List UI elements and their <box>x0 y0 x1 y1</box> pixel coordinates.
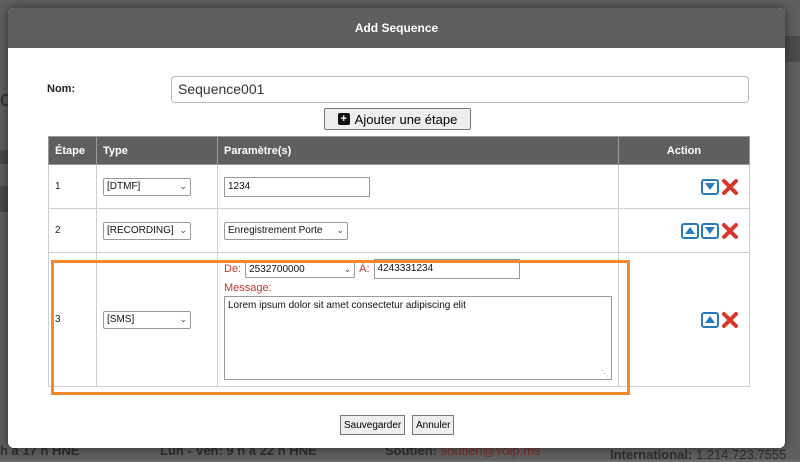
type-select-value: [DTMF] <box>107 181 141 192</box>
table-header-row: Étape Type Paramètre(s) Action <box>48 136 750 165</box>
params-cell: Enregistrement Porte ⌄ <box>217 208 619 253</box>
header-step: Étape <box>48 136 97 165</box>
save-button[interactable]: Sauvegarder <box>340 415 406 435</box>
name-input[interactable]: Sequence001 <box>171 76 749 103</box>
param-input[interactable]: 1234 <box>224 176 370 197</box>
type-select-value: [SMS] <box>107 314 135 325</box>
message-text: Lorem ipsum dolor sit amet consectetur a… <box>228 300 466 311</box>
from-select-value: 2532700000 <box>249 263 305 275</box>
row-actions <box>625 311 743 329</box>
from-select[interactable]: 2532700000 ⌄ <box>245 260 356 278</box>
dialog-title: Add Sequence <box>8 8 785 48</box>
param-select-value: Enregistrement Porte <box>228 225 323 236</box>
delete-x-icon[interactable] <box>721 222 739 240</box>
arrow-down-icon[interactable] <box>701 178 719 195</box>
action-cell <box>618 252 750 387</box>
arrow-up-icon[interactable] <box>701 311 719 328</box>
add-step-button[interactable]: + Ajouter une étape <box>324 108 471 130</box>
add-sequence-dialog: Add Sequence Nom: Sequence001 + Ajouter … <box>8 8 785 448</box>
type-select[interactable]: [RECORDING] ⌄ <box>103 221 191 240</box>
chevron-down-icon: ⌄ <box>336 225 344 235</box>
delete-x-icon[interactable] <box>721 178 739 196</box>
step-number: 1 <box>48 164 97 209</box>
type-cell: [DTMF] ⌄ <box>96 164 218 209</box>
table-row: 2 [RECORDING] ⌄ Enregistrement Porte ⌄ <box>48 208 750 253</box>
background-strip <box>0 186 8 212</box>
type-select-value: [RECORDING] <box>107 225 174 236</box>
chevron-down-icon: ⌄ <box>179 181 187 191</box>
background-strip <box>0 150 8 164</box>
arrow-up-icon[interactable] <box>681 222 699 239</box>
header-params: Paramètre(s) <box>217 136 619 165</box>
param-select[interactable]: Enregistrement Porte ⌄ <box>224 221 348 240</box>
from-label: De: <box>224 263 242 275</box>
table-row: 1 [DTMF] ⌄ 1234 <box>48 164 750 209</box>
action-cell <box>618 208 750 253</box>
table-row: 3 [SMS] ⌄ De: 2532700000 ⌄ À: 4243331234… <box>48 252 750 387</box>
row-actions <box>625 222 743 240</box>
params-cell: 1234 <box>217 164 619 209</box>
delete-x-icon[interactable] <box>721 311 739 329</box>
header-type: Type <box>96 136 218 165</box>
cancel-button[interactable]: Annuler <box>412 415 455 435</box>
type-select[interactable]: [SMS] ⌄ <box>103 310 191 329</box>
type-select[interactable]: [DTMF] ⌄ <box>103 177 191 196</box>
name-label: Nom: <box>47 83 76 95</box>
type-cell: [SMS] ⌄ <box>96 252 218 387</box>
chevron-down-icon: ⌄ <box>179 225 187 235</box>
plus-square-icon: + <box>337 113 350 125</box>
type-cell: [RECORDING] ⌄ <box>96 208 218 253</box>
sms-recipients: De: 2532700000 ⌄ À: 4243331234 <box>224 259 612 279</box>
action-cell <box>618 164 750 209</box>
params-cell: De: 2532700000 ⌄ À: 4243331234 Message: … <box>217 252 619 387</box>
step-number: 3 <box>48 252 97 387</box>
chevron-down-icon: ⌄ <box>179 314 187 324</box>
to-input[interactable]: 4243331234 <box>373 259 520 279</box>
steps-table: Étape Type Paramètre(s) Action 1 [DTMF] … <box>48 136 750 387</box>
message-textarea[interactable]: Lorem ipsum dolor sit amet consectetur a… <box>224 296 612 380</box>
arrow-down-icon[interactable] <box>701 222 719 239</box>
chevron-down-icon: ⌄ <box>343 263 352 274</box>
step-number: 2 <box>48 208 97 253</box>
background-strip <box>785 36 800 62</box>
message-label: Message: <box>224 282 272 294</box>
to-label: À: <box>359 263 370 275</box>
resize-grip-icon[interactable]: ⋱ <box>601 369 609 378</box>
add-step-label: Ajouter une étape <box>354 111 458 127</box>
header-action: Action <box>618 136 750 165</box>
row-actions <box>625 178 743 196</box>
